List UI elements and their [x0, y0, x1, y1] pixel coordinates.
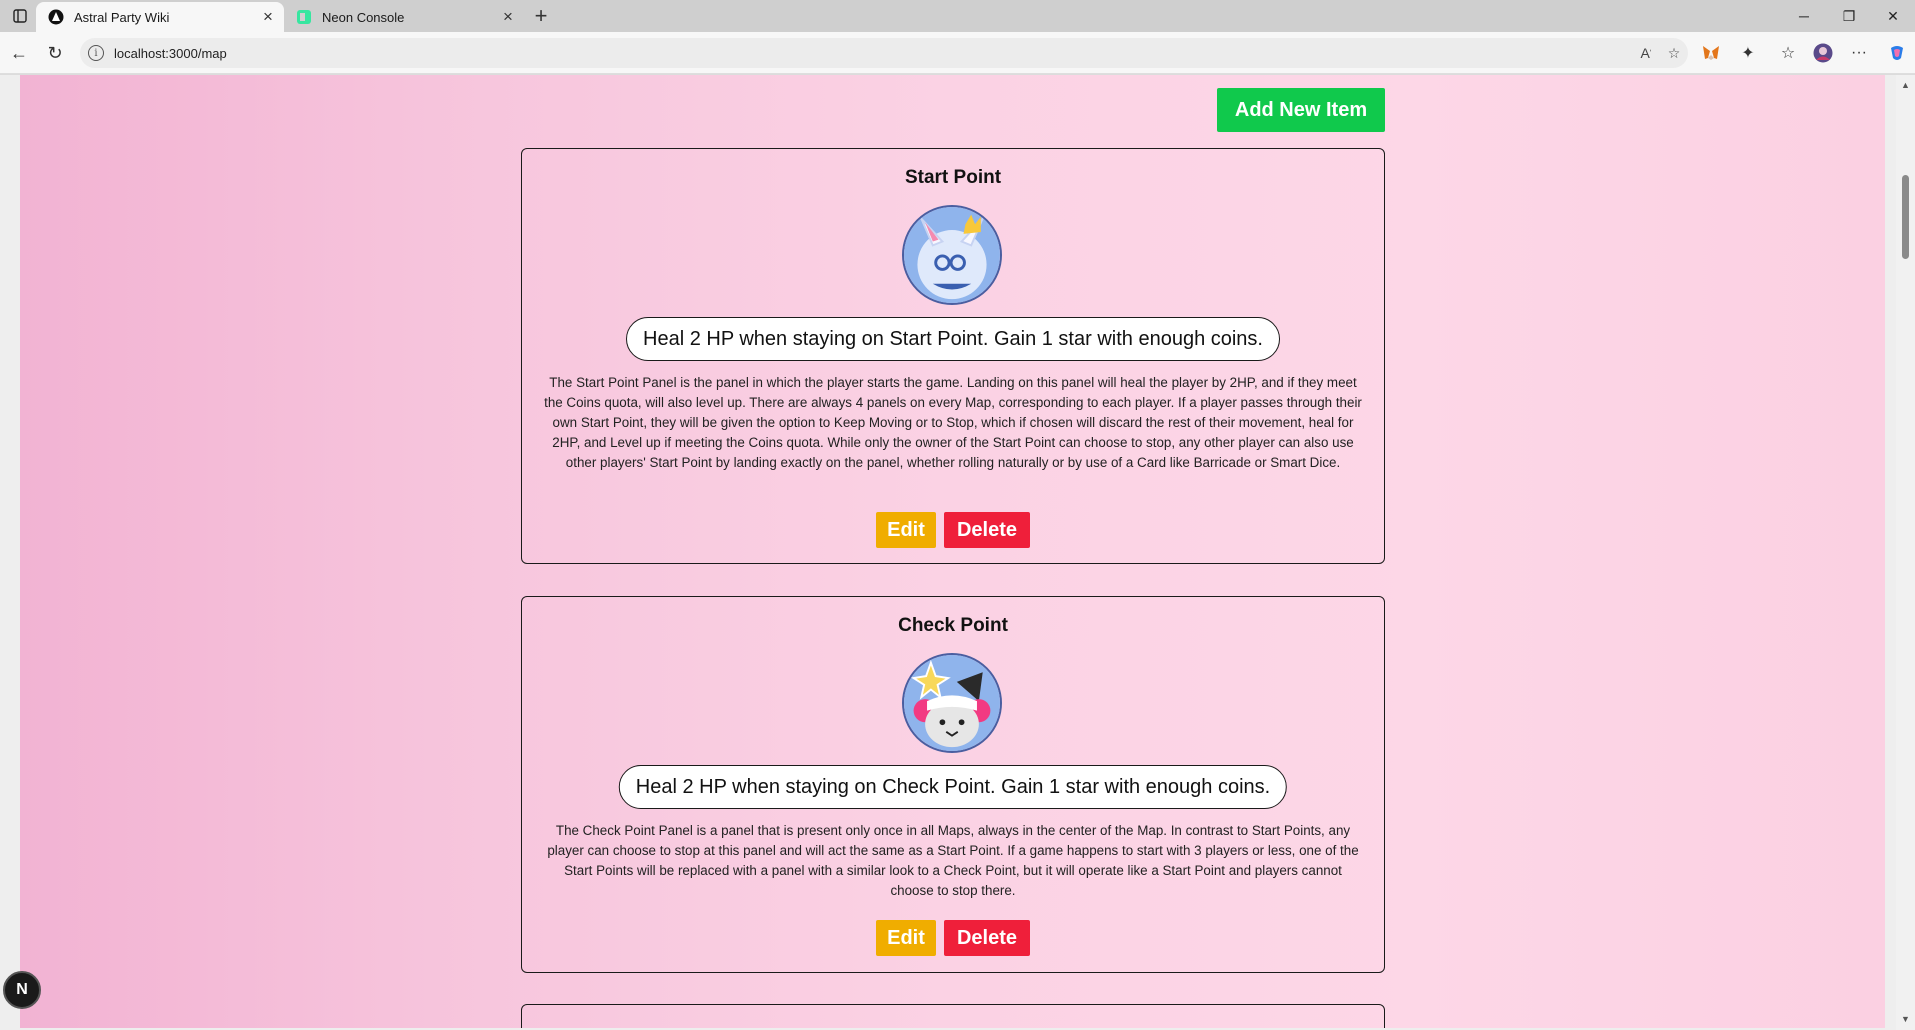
delete-button[interactable]: Delete [944, 512, 1030, 548]
tab-title: Neon Console [322, 9, 405, 25]
neon-logo-icon [296, 9, 312, 25]
item-card-start-point: Start Point Heal 2 HP when staying on St… [521, 148, 1385, 564]
map-page: Add New Item Start Point Heal 2 HP when … [20, 75, 1885, 1028]
extensions-icon[interactable]: ✦ [1735, 41, 1761, 65]
tab-astral-party-wiki[interactable]: Astral Party Wiki × [36, 2, 284, 32]
nextjs-dev-indicator[interactable]: N [3, 971, 41, 1009]
url-text[interactable]: localhost:3000/map [114, 46, 1632, 61]
edit-button[interactable]: Edit [876, 512, 936, 548]
item-title: Check Point [898, 615, 1008, 636]
read-aloud-icon[interactable]: Aʼ [1632, 41, 1660, 65]
refresh-icon[interactable]: ↻ [43, 41, 67, 65]
add-new-item-button[interactable]: Add New Item [1217, 88, 1385, 132]
item-description: The Start Point Panel is the panel in wh… [544, 375, 1362, 470]
page-scrollbar[interactable]: ▲ ▼ [1896, 75, 1915, 1030]
delete-button[interactable]: Delete [944, 920, 1030, 956]
check-point-panel-icon [902, 653, 1002, 753]
scrollbar-thumb[interactable] [1902, 175, 1909, 259]
item-summary: Heal 2 HP when staying on Start Point. G… [626, 317, 1280, 361]
item-card-partial [521, 1004, 1385, 1028]
metamask-extension-icon[interactable] [1698, 41, 1724, 65]
close-tab-icon[interactable]: × [258, 7, 278, 27]
favorites-icon[interactable]: ☆ [1775, 41, 1801, 65]
item-card-check-point: Check Point Heal 2 HP when staying on Ch… [521, 596, 1385, 973]
page-viewport: Add New Item Start Point Heal 2 HP when … [0, 75, 1915, 1030]
edit-button[interactable]: Edit [876, 920, 936, 956]
restore-icon[interactable]: ❐ [1827, 4, 1871, 28]
tab-actions-icon[interactable] [8, 6, 32, 26]
copilot-icon[interactable] [1884, 41, 1910, 65]
item-summary: Heal 2 HP when staying on Check Point. G… [618, 765, 1288, 809]
app-logo-icon [48, 9, 64, 25]
site-info-icon[interactable]: i [88, 45, 104, 61]
address-bar: ← ↻ i localhost:3000/map Aʼ ☆ ✦ ☆ ··· [0, 32, 1915, 74]
url-field[interactable]: i localhost:3000/map Aʼ ☆ [80, 38, 1688, 68]
item-title: Start Point [904, 167, 1002, 188]
scroll-up-icon[interactable]: ▲ [1900, 79, 1911, 90]
more-menu-icon[interactable]: ··· [1846, 41, 1872, 65]
tab-bar: Astral Party Wiki × Neon Console × + ─ ❐… [0, 0, 1915, 32]
close-tab-icon[interactable]: × [498, 7, 518, 27]
minimize-icon[interactable]: ─ [1782, 4, 1826, 28]
item-description: The Check Point Panel is a panel that is… [547, 823, 1359, 898]
scroll-down-icon[interactable]: ▼ [1900, 1013, 1911, 1024]
new-tab-icon[interactable]: + [528, 3, 554, 28]
back-icon[interactable]: ← [7, 41, 31, 65]
profile-avatar-icon[interactable] [1810, 41, 1836, 65]
favorite-star-icon[interactable]: ☆ [1660, 41, 1688, 65]
tab-neon-console[interactable]: Neon Console × [284, 2, 524, 32]
tab-title: Astral Party Wiki [74, 9, 170, 25]
close-window-icon[interactable]: ✕ [1871, 4, 1915, 28]
item-actions: Edit Delete [522, 512, 1384, 548]
item-actions: Edit Delete [522, 920, 1384, 956]
start-point-panel-icon [902, 205, 1002, 305]
